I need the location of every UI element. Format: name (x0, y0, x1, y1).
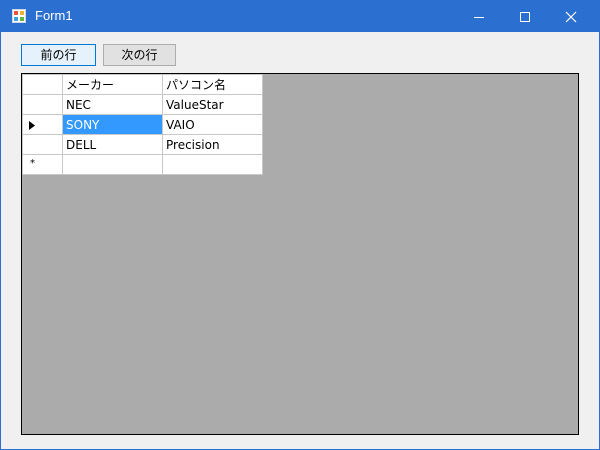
table-row-current[interactable]: SONY VAIO (22, 114, 263, 135)
maximize-icon (520, 12, 530, 22)
minimize-icon (474, 17, 484, 18)
column-header-maker[interactable]: メーカー (62, 74, 163, 95)
maximize-button[interactable] (502, 1, 548, 32)
grid-cell-new-pc-name[interactable] (162, 154, 263, 175)
current-row-arrow-icon (29, 121, 35, 130)
data-grid-view[interactable]: メーカー パソコン名 NEC ValueStar SONY VAIO DELL (21, 73, 579, 435)
app-icon (12, 9, 26, 23)
grid-table: メーカー パソコン名 NEC ValueStar SONY VAIO DELL (22, 74, 263, 175)
new-row-header[interactable]: * (22, 154, 63, 175)
form-window: Form1 前の行 次の行 メーカー パソコン名 NEC ValueStar S… (0, 0, 600, 450)
grid-cell-pc-name[interactable]: ValueStar (162, 94, 263, 115)
new-row[interactable]: * (22, 154, 263, 175)
grid-cell-pc-name[interactable]: Precision (162, 134, 263, 155)
grid-cell-maker[interactable]: NEC (62, 94, 163, 115)
title-bar[interactable]: Form1 (1, 1, 599, 32)
table-row[interactable]: NEC ValueStar (22, 94, 263, 115)
window-title: Form1 (35, 8, 73, 23)
minimize-button[interactable] (456, 1, 502, 32)
grid-cell-pc-name[interactable]: VAIO (162, 114, 263, 135)
row-header[interactable] (22, 94, 63, 115)
close-button[interactable] (548, 1, 594, 32)
column-header-row: メーカー パソコン名 (22, 74, 263, 95)
next-row-button[interactable]: 次の行 (103, 44, 176, 66)
previous-row-button[interactable]: 前の行 (21, 44, 96, 66)
column-header-pc-name[interactable]: パソコン名 (162, 74, 263, 95)
row-header-current[interactable] (22, 114, 63, 135)
top-left-header-cell[interactable] (22, 74, 63, 95)
table-row[interactable]: DELL Precision (22, 134, 263, 155)
row-header[interactable] (22, 134, 63, 155)
close-icon (565, 11, 577, 23)
grid-cell-new-maker[interactable] (62, 154, 163, 175)
new-row-marker: * (30, 158, 35, 169)
grid-cell-maker[interactable]: DELL (62, 134, 163, 155)
grid-cell-maker-selected[interactable]: SONY (62, 114, 163, 135)
